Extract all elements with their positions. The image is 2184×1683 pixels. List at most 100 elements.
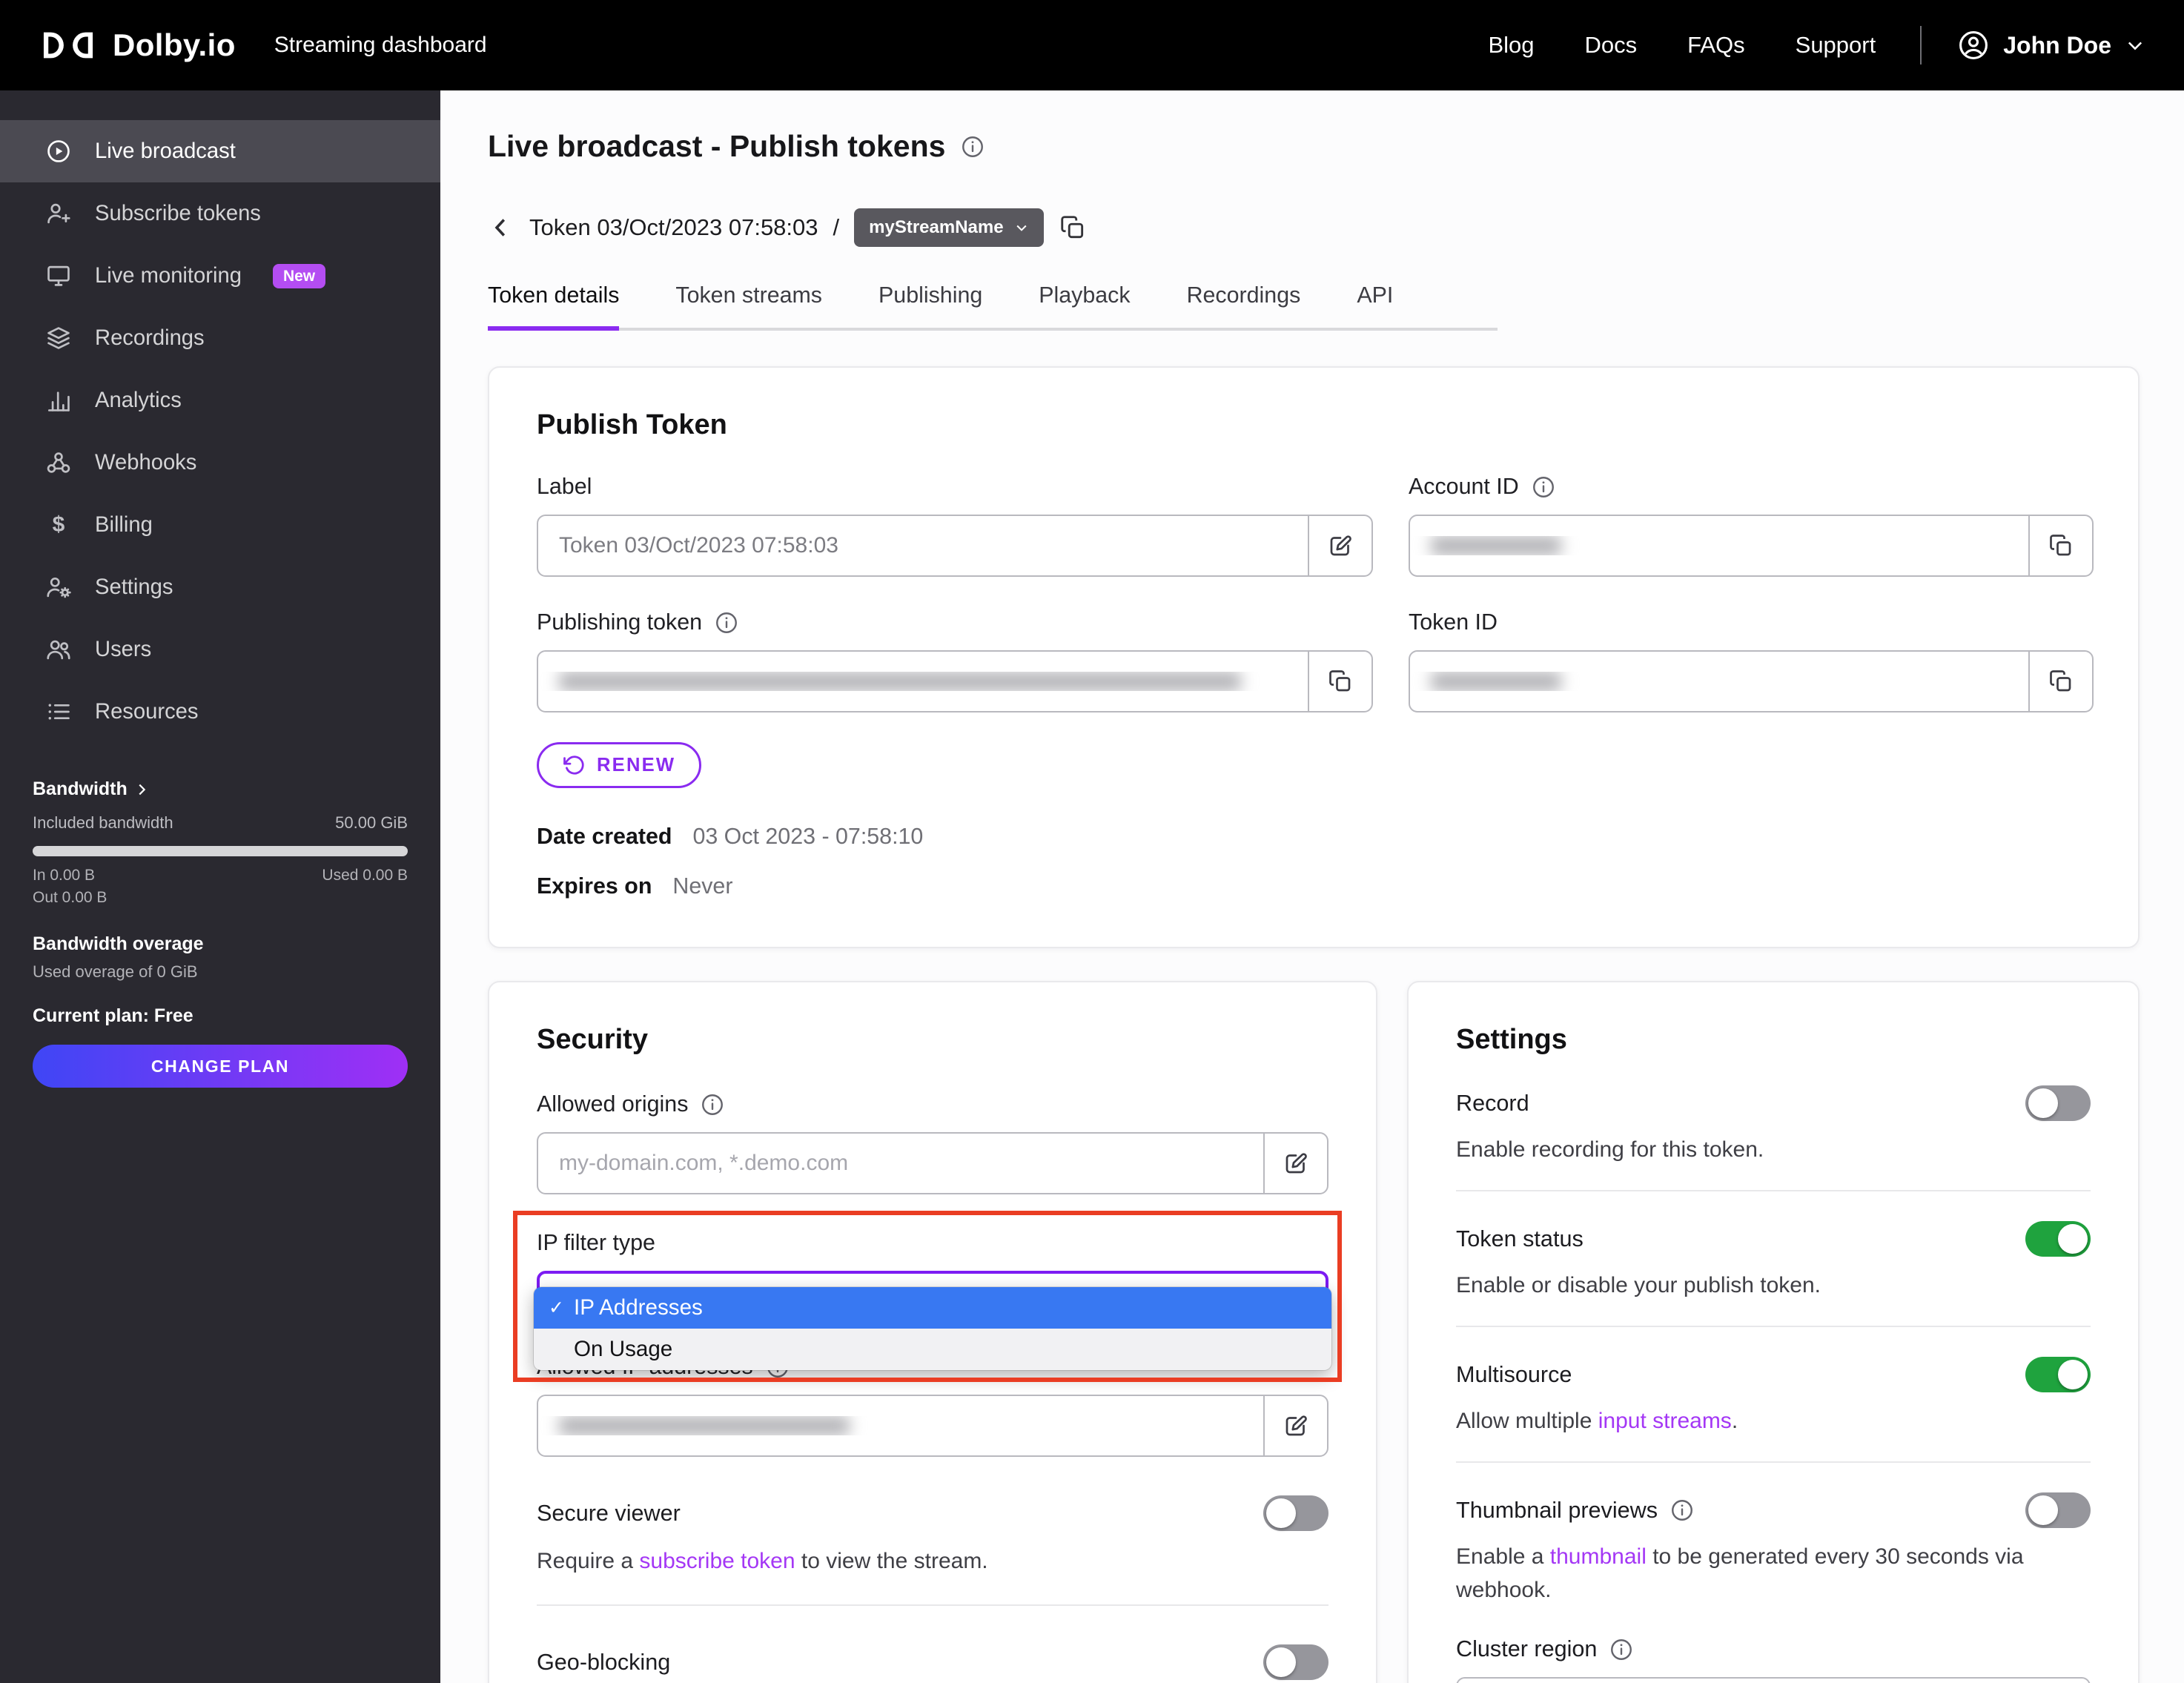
- divider: [537, 1604, 1328, 1606]
- copy-account-id-button[interactable]: [2030, 516, 2092, 575]
- allowed-ips-redacted-value: [559, 1416, 850, 1435]
- publish-token-heading: Publish Token: [537, 409, 727, 440]
- sidebar-item-label: Billing: [95, 512, 153, 537]
- sidebar-item-users[interactable]: Users: [0, 618, 440, 681]
- chevron-right-icon: [139, 784, 145, 795]
- geo-blocking-label: Geo-blocking: [537, 1649, 671, 1675]
- edit-label-button[interactable]: [1309, 516, 1371, 575]
- token-id-label: Token ID: [1409, 609, 1498, 635]
- dropdown-option-on-usage[interactable]: On Usage: [534, 1329, 1331, 1370]
- dolby-logo[interactable]: Dolby.io: [39, 27, 236, 63]
- sidebar-item-settings[interactable]: Settings: [0, 556, 440, 618]
- record-toggle[interactable]: [2025, 1085, 2091, 1121]
- dropdown-option-ip-addresses[interactable]: ✓ IP Addresses: [534, 1287, 1331, 1329]
- renew-button[interactable]: RENEW: [537, 742, 702, 788]
- edit-icon: [1285, 1153, 1307, 1174]
- edit-allowed-ips-button[interactable]: [1265, 1396, 1327, 1455]
- sidebar-item-webhooks[interactable]: Webhooks: [0, 432, 440, 494]
- tab-bar: Token details Token streams Publishing P…: [488, 282, 1498, 331]
- sidebar-item-label: Webhooks: [95, 450, 197, 475]
- change-plan-button[interactable]: CHANGE PLAN: [33, 1045, 408, 1088]
- copy-token-id-button[interactable]: [2030, 652, 2092, 711]
- sidebar-item-live-broadcast[interactable]: Live broadcast: [0, 120, 440, 182]
- nav-support[interactable]: Support: [1796, 32, 1876, 59]
- tab-publishing[interactable]: Publishing: [878, 282, 982, 328]
- sidebar-item-label: Recordings: [95, 325, 205, 350]
- geo-blocking-toggle[interactable]: [1263, 1644, 1328, 1680]
- account-id-redacted-value: [1431, 536, 1561, 555]
- multisource-label: Multisource: [1456, 1361, 1572, 1387]
- security-heading: Security: [537, 1024, 648, 1055]
- nav-blog[interactable]: Blog: [1488, 32, 1534, 59]
- thumbnail-toggle[interactable]: [2025, 1492, 2091, 1528]
- copy-icon: [1329, 670, 1351, 692]
- info-icon[interactable]: [1609, 1637, 1634, 1662]
- new-badge: New: [272, 263, 326, 288]
- ip-filter-dropdown: ✓ IP Addresses On Usage: [534, 1287, 1331, 1370]
- dollar-icon: $: [52, 512, 65, 537]
- main-content: Live broadcast - Publish tokens Token 03…: [440, 90, 2184, 1683]
- person-token-icon: [47, 203, 70, 224]
- nav-faqs[interactable]: FAQs: [1687, 32, 1745, 59]
- sidebar-item-live-monitoring[interactable]: Live monitoring New: [0, 245, 440, 307]
- date-created-value: 03 Oct 2023 - 07:58:10: [692, 824, 924, 849]
- thumbnail-label: Thumbnail previews: [1456, 1497, 1658, 1523]
- copy-stream-name-button[interactable]: [1059, 214, 1087, 242]
- cluster-region-select[interactable]: Use account default: [1456, 1677, 2091, 1683]
- tab-token-details[interactable]: Token details: [488, 282, 619, 330]
- token-status-toggle[interactable]: [2025, 1221, 2091, 1257]
- bandwidth-progress-bar: [33, 846, 408, 856]
- sidebar-item-label: Live monitoring: [95, 263, 242, 288]
- info-icon[interactable]: [700, 1092, 725, 1117]
- list-icon: [48, 704, 70, 720]
- divider: [1456, 1326, 2091, 1327]
- info-icon[interactable]: [714, 610, 739, 635]
- thumbnail-link[interactable]: thumbnail: [1550, 1544, 1647, 1569]
- user-menu[interactable]: John Doe: [1957, 29, 2145, 62]
- nav-docs[interactable]: Docs: [1584, 32, 1637, 59]
- edit-allowed-origins-button[interactable]: [1265, 1134, 1327, 1193]
- sidebar-item-analytics[interactable]: Analytics: [0, 369, 440, 432]
- input-streams-link[interactable]: input streams: [1598, 1409, 1732, 1433]
- sidebar-item-label: Live broadcast: [95, 139, 236, 163]
- stream-name-chip[interactable]: myStreamName: [854, 208, 1044, 247]
- sidebar-item-resources[interactable]: Resources: [0, 681, 440, 743]
- back-chevron-icon[interactable]: [488, 214, 514, 241]
- multisource-row: Multisource Allow multiple input streams…: [1456, 1357, 2091, 1438]
- sidebar-item-label: Settings: [95, 575, 173, 599]
- top-nav: Blog Docs FAQs Support John Doe: [1437, 26, 2145, 65]
- publishing-token-field-group: Publishing token: [537, 609, 1373, 712]
- copy-icon: [2050, 670, 2071, 692]
- tab-playback[interactable]: Playback: [1039, 282, 1130, 328]
- info-icon[interactable]: [1531, 475, 1556, 500]
- chevron-down-icon: [1016, 225, 1027, 231]
- ip-filter-type-label: IP filter type: [537, 1230, 655, 1255]
- tab-token-streams[interactable]: Token streams: [675, 282, 822, 328]
- tab-recordings[interactable]: Recordings: [1187, 282, 1301, 328]
- secure-viewer-row: Secure viewer Require a subscribe token …: [537, 1495, 1328, 1578]
- settings-card: Settings Record Enable recording for thi…: [1407, 981, 2140, 1683]
- token-status-label: Token status: [1456, 1226, 1584, 1251]
- thumbnail-desc: Enable a thumbnail to be generated every…: [1456, 1544, 2024, 1602]
- bandwidth-title[interactable]: Bandwidth: [33, 778, 408, 800]
- allowed-origins-input[interactable]: [538, 1151, 1263, 1176]
- publish-token-card: Publish Token Label Account ID: [488, 366, 2140, 948]
- info-icon[interactable]: [1670, 1498, 1695, 1523]
- sidebar-item-recordings[interactable]: Recordings: [0, 307, 440, 369]
- tab-api[interactable]: API: [1357, 282, 1393, 328]
- settings-heading: Settings: [1456, 1024, 1567, 1055]
- token-id-redacted-value: [1431, 672, 1561, 691]
- multisource-toggle[interactable]: [2025, 1357, 2091, 1392]
- webhook-icon: [47, 452, 70, 473]
- label-field-group: Label: [537, 474, 1373, 577]
- sidebar-item-subscribe-tokens[interactable]: Subscribe tokens: [0, 182, 440, 245]
- copy-publishing-token-button[interactable]: [1309, 652, 1371, 711]
- label-input[interactable]: [538, 533, 1308, 558]
- secure-viewer-label: Secure viewer: [537, 1500, 681, 1526]
- subscribe-token-link[interactable]: subscribe token: [639, 1549, 795, 1573]
- secure-viewer-toggle[interactable]: [1263, 1495, 1328, 1531]
- sidebar-item-billing[interactable]: $ Billing: [0, 494, 440, 556]
- breadcrumb: Token 03/Oct/2023 07:58:03 / myStreamNam…: [488, 208, 2140, 247]
- info-icon[interactable]: [960, 134, 985, 159]
- sidebar: Live broadcast Subscribe tokens Live mon…: [0, 90, 440, 1683]
